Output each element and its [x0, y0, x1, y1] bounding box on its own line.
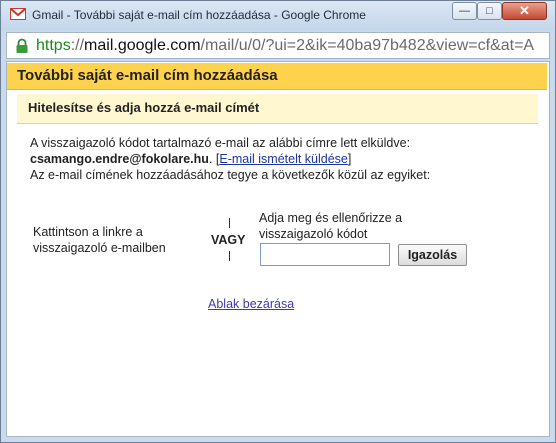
sent-info-text: A visszaigazoló kódot tartalmazó e-mail …: [30, 136, 411, 150]
dialog-header: További saját e-mail cím hozzáadása: [7, 63, 547, 90]
or-divider-bottom: [229, 251, 230, 261]
email-period: .: [208, 152, 213, 166]
lock-icon: [16, 38, 28, 53]
url-path: /mail/u/0/?ui=2&ik=40ba97b482&view=cf&at…: [200, 37, 535, 54]
email-address: csamango.endre@fokolare.hu: [30, 152, 209, 166]
title-bar[interactable]: Gmail - További saját e-mail cím hozzáad…: [1, 1, 555, 30]
option2-line2: visszaigazoló kódot: [259, 227, 368, 241]
close-window-link[interactable]: Ablak bezárása: [208, 297, 294, 311]
subheader-title: Hitelesítse és adja hozzá e-mail címét: [28, 100, 260, 115]
url-host: mail.google.com: [84, 37, 201, 54]
close-window-button[interactable]: ✕: [502, 2, 547, 20]
url-text[interactable]: https://mail.google.com/mail/u/0/?ui=2&i…: [36, 37, 534, 55]
option1-line1: Kattintson a linkre a: [33, 225, 143, 239]
url-scheme: https: [36, 37, 71, 54]
maximize-button[interactable]: □: [477, 2, 502, 20]
window-title: Gmail - További saját e-mail cím hozzáad…: [32, 8, 366, 22]
dialog-subheader: Hitelesítse és adja hozzá e-mail címét: [17, 94, 538, 124]
dialog-title: További saját e-mail cím hozzáadása: [17, 67, 278, 84]
resend-email-link[interactable]: E-mail ismételt küldése: [219, 152, 348, 166]
option1-line2: visszaigazoló e-mailben: [33, 241, 166, 255]
or-label: VAGY: [211, 233, 246, 247]
gmail-icon: [10, 8, 26, 20]
instruction-text: Az e-mail címének hozzáadásához tegye a …: [30, 168, 431, 182]
url-separator: ://: [70, 37, 85, 54]
email-line: csamango.endre@fokolare.hu. [E-mail ismé…: [30, 152, 351, 166]
verify-button[interactable]: Igazolás: [398, 244, 467, 266]
option2-line1: Adja meg és ellenőrizze a: [259, 211, 403, 225]
or-divider-top: [229, 218, 230, 228]
minimize-button[interactable]: —: [452, 2, 477, 20]
resend-bracket-close: ]: [347, 152, 352, 166]
verification-code-input[interactable]: [260, 243, 390, 266]
address-bar[interactable]: https://mail.google.com/mail/u/0/?ui=2&i…: [6, 32, 550, 59]
